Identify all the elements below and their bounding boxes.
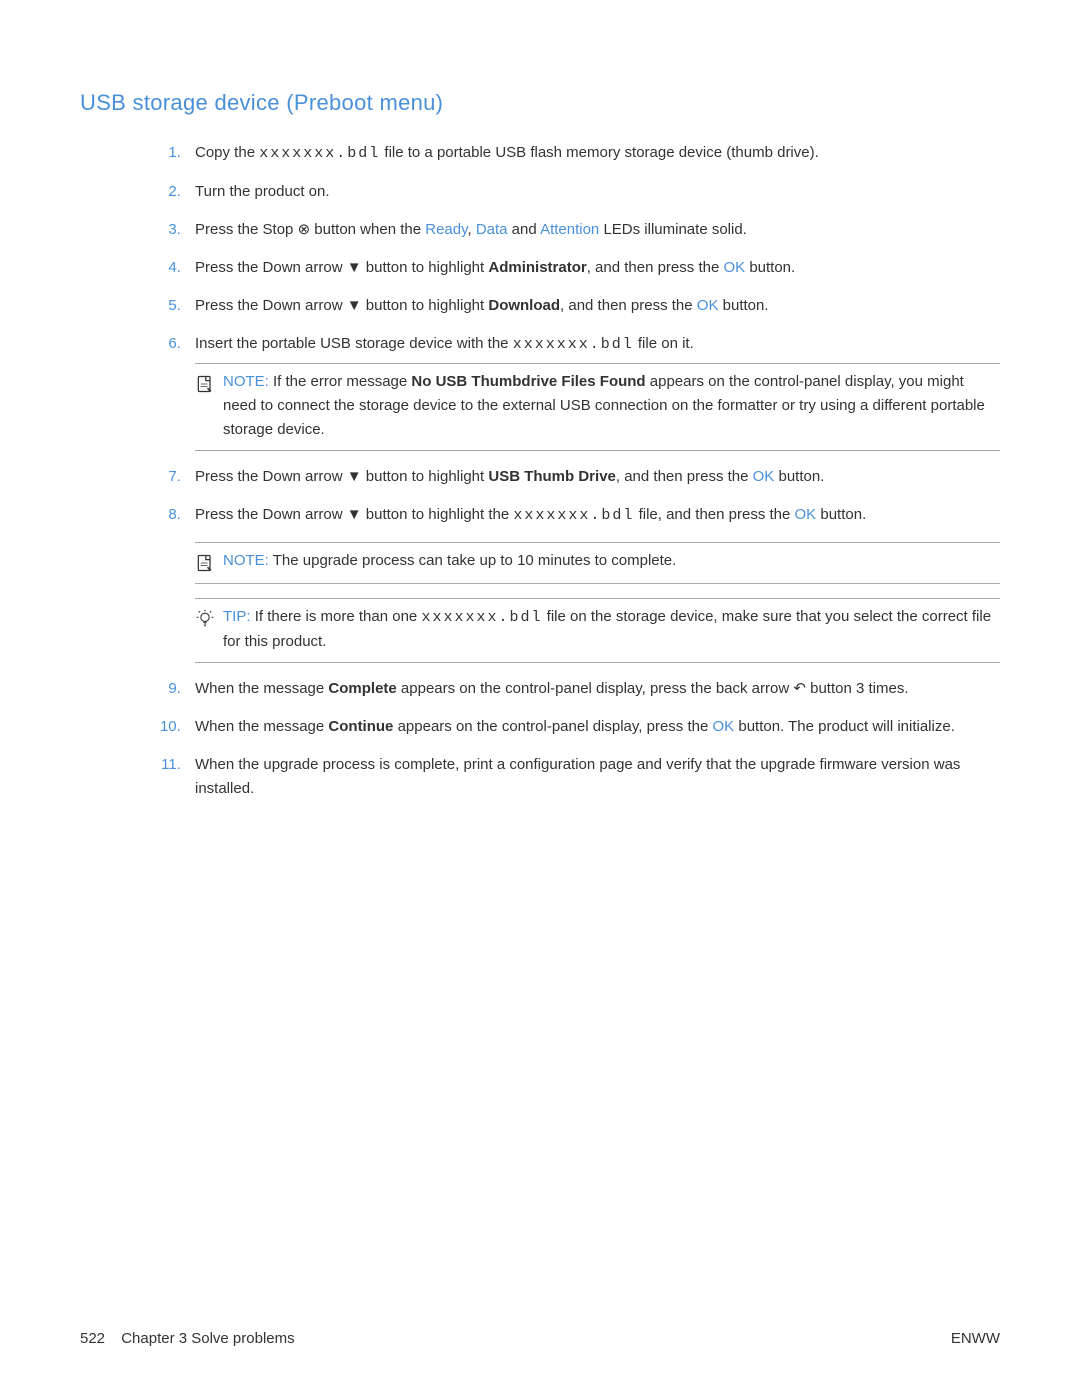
text: file on it. xyxy=(634,335,694,352)
text: Insert the portable USB storage device w… xyxy=(195,335,513,352)
footer-right: ENWW xyxy=(951,1330,1000,1347)
menu-item: Download xyxy=(488,297,560,314)
text: appears on the control-panel display, pr… xyxy=(397,680,794,697)
menu-item: Administrator xyxy=(488,259,586,276)
text: button to highlight xyxy=(362,297,489,314)
text: button. xyxy=(718,297,768,314)
stop-icon: ⊗ xyxy=(298,221,311,238)
note-content: NOTE: The upgrade process can take up to… xyxy=(223,549,676,573)
led-data: Data xyxy=(476,221,508,238)
text: button to highlight xyxy=(362,259,489,276)
text: If the error message xyxy=(273,373,411,390)
note-label: NOTE: xyxy=(223,552,269,569)
text: appears on the control-panel display, pr… xyxy=(393,718,712,735)
text: Copy the xyxy=(195,144,259,161)
ok-button-ref: OK xyxy=(713,718,735,735)
ok-button-ref: OK xyxy=(795,506,817,523)
text: button when the xyxy=(310,221,425,238)
text: LEDs illuminate solid. xyxy=(599,221,747,238)
text: button to highlight the xyxy=(362,506,514,523)
text: file, and then press the xyxy=(634,506,794,523)
step-7: Press the Down arrow ▼ button to highlig… xyxy=(185,465,1000,489)
error-message: No USB Thumbdrive Files Found xyxy=(411,373,645,390)
note-icon xyxy=(195,372,215,396)
chapter-title: Chapter 3 Solve problems xyxy=(121,1330,294,1347)
text: The upgrade process can take up to 10 mi… xyxy=(273,552,677,569)
down-arrow-icon: ▼ xyxy=(347,259,362,276)
text: , and then press the xyxy=(587,259,724,276)
text: button. xyxy=(774,468,824,485)
note-box-2: NOTE: The upgrade process can take up to… xyxy=(195,542,1000,584)
ok-button-ref: OK xyxy=(697,297,719,314)
message: Complete xyxy=(328,680,396,697)
led-attention: Attention xyxy=(540,221,599,238)
step-11: When the upgrade process is complete, pr… xyxy=(185,753,1000,801)
text: , xyxy=(467,221,475,238)
note-box-1: NOTE: If the error message No USB Thumbd… xyxy=(195,363,1000,451)
text: Press the Stop xyxy=(195,221,298,238)
page-footer: 522 Chapter 3 Solve problems ENWW xyxy=(80,1330,1000,1347)
note-content: NOTE: If the error message No USB Thumbd… xyxy=(223,370,1000,442)
text: , and then press the xyxy=(616,468,753,485)
tip-label: TIP: xyxy=(223,608,251,625)
filename: xxxxxxx.bdl xyxy=(421,609,542,626)
ok-button-ref: OK xyxy=(723,259,745,276)
note-icon xyxy=(195,551,215,575)
text: and xyxy=(508,221,541,238)
text: Press the Down arrow xyxy=(195,468,347,485)
text: file to a portable USB flash memory stor… xyxy=(380,144,819,161)
step-5: Press the Down arrow ▼ button to highlig… xyxy=(185,294,1000,318)
filename: xxxxxxx.bdl xyxy=(259,145,380,162)
text: button 3 times. xyxy=(806,680,909,697)
text: , and then press the xyxy=(560,297,697,314)
text: button. The product will initialize. xyxy=(734,718,955,735)
note-label: NOTE: xyxy=(223,373,269,390)
text: button. xyxy=(745,259,795,276)
down-arrow-icon: ▼ xyxy=(347,468,362,485)
step-2: Turn the product on. xyxy=(185,180,1000,204)
menu-item: USB Thumb Drive xyxy=(488,468,616,485)
text: If there is more than one xyxy=(255,608,422,625)
step-3: Press the Stop ⊗ button when the Ready, … xyxy=(185,218,1000,242)
led-ready: Ready xyxy=(425,221,467,238)
text: button to highlight xyxy=(362,468,489,485)
section-title: USB storage device (Preboot menu) xyxy=(80,90,1000,116)
down-arrow-icon: ▼ xyxy=(347,506,362,523)
text: Press the Down arrow xyxy=(195,297,347,314)
back-arrow-icon: ↶ xyxy=(793,680,806,697)
text: When the message xyxy=(195,680,328,697)
text: button. xyxy=(816,506,866,523)
step-8: Press the Down arrow ▼ button to highlig… xyxy=(185,503,1000,528)
step-6: Insert the portable USB storage device w… xyxy=(185,332,1000,451)
text: Press the Down arrow xyxy=(195,259,347,276)
tip-content: TIP: If there is more than one xxxxxxx.b… xyxy=(223,605,1000,654)
down-arrow-icon: ▼ xyxy=(347,297,362,314)
text: Press the Down arrow xyxy=(195,506,347,523)
steps-list: Copy the xxxxxxx.bdl file to a portable … xyxy=(80,141,1000,528)
step-4: Press the Down arrow ▼ button to highlig… xyxy=(185,256,1000,280)
ok-button-ref: OK xyxy=(753,468,775,485)
step-10: When the message Continue appears on the… xyxy=(185,715,1000,739)
step-1: Copy the xxxxxxx.bdl file to a portable … xyxy=(185,141,1000,166)
filename: xxxxxxx.bdl xyxy=(513,507,634,524)
tip-icon xyxy=(195,607,215,631)
message: Continue xyxy=(328,718,393,735)
filename: xxxxxxx.bdl xyxy=(513,336,634,353)
page-number: 522 xyxy=(80,1330,105,1347)
tip-box-1: TIP: If there is more than one xxxxxxx.b… xyxy=(195,598,1000,663)
step-9: When the message Complete appears on the… xyxy=(185,677,1000,701)
steps-list-cont: When the message Complete appears on the… xyxy=(80,677,1000,801)
text: When the message xyxy=(195,718,328,735)
